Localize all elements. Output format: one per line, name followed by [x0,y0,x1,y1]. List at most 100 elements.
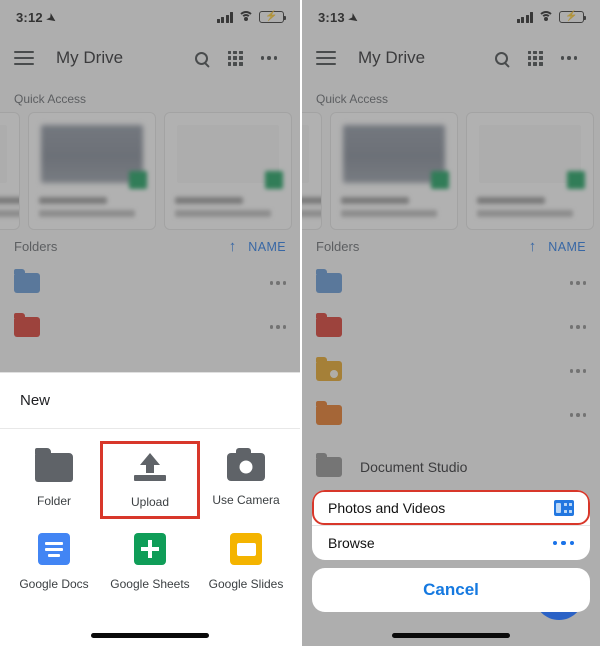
cellular-signal-icon [516,11,533,23]
quick-access-card[interactable] [330,112,458,230]
folder-icon [14,269,40,293]
google-docs-icon [38,533,70,565]
sort-direction-icon[interactable]: ↑ [529,238,537,255]
status-bar: 3:13➤ ⚡ [302,0,600,34]
new-option-google-sheets[interactable]: Google Sheets [102,523,198,599]
new-option-folder[interactable]: Folder [6,443,102,517]
status-clock: 3:12➤ [16,9,59,27]
folder-name: Document Studio [360,459,468,475]
table-row[interactable] [302,261,600,305]
search-icon[interactable] [484,41,518,75]
page-title: My Drive [358,48,426,67]
cancel-label: Cancel [423,580,479,599]
folder-shared-icon [316,357,342,381]
table-row[interactable] [0,261,300,305]
table-row[interactable] [302,349,600,393]
new-option-upload[interactable]: Upload [100,441,200,519]
more-options-icon[interactable] [552,41,586,75]
cellular-signal-icon [216,11,233,23]
quick-access-card[interactable] [302,112,322,230]
quick-access-row [0,112,300,230]
wifi-icon [538,11,554,23]
row-more-icon[interactable] [269,281,286,285]
new-option-label: Google Docs [19,577,89,591]
row-more-icon[interactable] [269,325,286,329]
new-sheet-title-text: New [20,392,51,409]
row-more-icon[interactable] [569,325,586,329]
hamburger-menu-icon[interactable] [316,51,336,65]
location-arrow-icon: ➤ [345,10,361,27]
new-option-google-docs[interactable]: Google Docs [6,523,102,599]
home-indicator [91,633,209,638]
folder-icon [316,269,342,293]
new-option-label: Upload [130,495,170,509]
new-option-label: Google Sheets [110,577,190,591]
panel-new-menu: 3:12➤ ⚡ My Drive Quick Access Folders ↑ … [0,0,300,646]
quick-access-card[interactable] [466,112,594,230]
upload-source-action-sheet: Photos and Videos Browse Cancel [312,490,590,612]
folder-icon [35,448,73,482]
new-option-label: Folder [36,494,71,508]
quick-access-card[interactable] [0,112,20,230]
clock-text: 3:12 [16,9,43,25]
status-bar: 3:12➤ ⚡ [0,0,300,34]
new-sheet-options: Folder Upload Use Camera Google Docs Goo [0,429,300,599]
option-browse[interactable]: Browse [312,525,590,560]
action-sheet-options: Photos and Videos Browse [312,490,590,560]
clock-text: 3:13 [318,9,345,25]
status-indicators: ⚡ [516,11,586,23]
app-header: My Drive [302,34,600,82]
panel-upload-source: 3:13➤ ⚡ My Drive Quick Access Folders ↑ … [300,0,600,646]
table-row[interactable] [302,305,600,349]
wifi-icon [238,11,254,23]
table-row[interactable] [302,393,600,437]
quick-access-card[interactable] [164,112,292,230]
option-label: Browse [328,535,375,551]
grid-view-icon[interactable] [218,41,252,75]
sort-direction-icon[interactable]: ↑ [229,238,237,255]
folder-icon [316,313,342,337]
new-bottom-sheet: New Folder Upload Use Camera Google Docs… [0,372,300,646]
sort-row: Folders ↑ NAME [0,230,300,261]
option-label: Photos and Videos [328,499,446,516]
status-indicators: ⚡ [216,11,286,23]
grid-view-icon[interactable] [518,41,552,75]
row-more-icon[interactable] [569,413,586,417]
sort-by-name-button[interactable]: NAME [248,240,286,254]
quick-access-label: Quick Access [316,92,389,106]
folder-icon [316,453,342,477]
hamburger-menu-icon[interactable] [14,51,34,65]
location-arrow-icon: ➤ [43,10,59,27]
google-sheets-icon [134,533,166,565]
more-options-icon[interactable] [252,41,286,75]
google-slides-icon [230,533,262,565]
folders-label: Folders [316,239,360,254]
folders-label: Folders [14,239,58,254]
row-more-icon[interactable] [569,281,586,285]
new-option-google-slides[interactable]: Google Slides [198,523,294,599]
new-option-label: Use Camera [212,493,280,507]
new-option-use-camera[interactable]: Use Camera [198,443,294,517]
row-more-icon[interactable] [569,369,586,373]
comparison-screenshot: 3:12➤ ⚡ My Drive Quick Access Folders ↑ … [0,0,600,646]
new-sheet-title: New [0,373,300,429]
cancel-button[interactable]: Cancel [312,568,590,612]
sort-row: Folders ↑ NAME [302,230,600,261]
status-clock: 3:13➤ [318,9,361,27]
more-options-icon [552,540,574,546]
quick-access-label: Quick Access [14,92,87,106]
quick-access-card[interactable] [28,112,156,230]
upload-icon [131,453,169,483]
battery-charging-icon: ⚡ [259,11,286,23]
table-row[interactable] [0,305,300,349]
table-row-document-studio[interactable]: Document Studio [302,437,600,489]
app-header: My Drive [0,34,300,82]
search-icon[interactable] [184,41,218,75]
photos-library-icon [554,499,574,516]
option-photos-and-videos[interactable]: Photos and Videos [312,490,590,525]
new-option-label: Google Slides [208,577,284,591]
page-title: My Drive [56,48,124,67]
folder-icon [14,313,40,337]
battery-charging-icon: ⚡ [559,11,586,23]
sort-by-name-button[interactable]: NAME [548,240,586,254]
